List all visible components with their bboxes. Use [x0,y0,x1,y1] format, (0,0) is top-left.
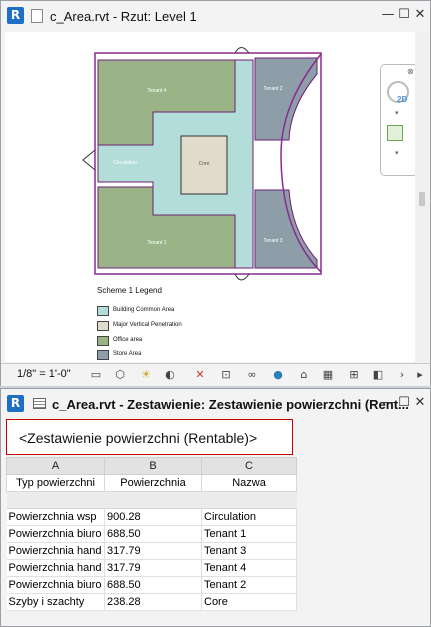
shadows-icon[interactable]: ◐ [163,368,177,382]
legend-swatch [97,321,109,331]
room-tag-circulation: Circulation [113,160,137,166]
legend-swatch [97,306,109,316]
drawing-canvas[interactable]: Tenant 4 Tenant 1 Circulation Core Tenan… [5,32,415,362]
schedule-table: A B C Typ powierzchni Powierzchnia Nazwa… [6,457,297,611]
room-tenant-2[interactable] [254,57,318,141]
schedule-title-cell[interactable]: <Zestawienie powierzchni (Rentable)> [6,419,293,455]
cell-name[interactable]: Tenant 3 [201,542,297,560]
schedule-title: <Zestawienie powierzchni (Rentable)> [19,430,258,446]
document-icon [31,9,43,23]
field-header-row: Typ powierzchni Powierzchnia Nazwa [6,474,297,492]
cell-type[interactable]: Powierzchnia hand [6,542,105,560]
schedule-grid: A B C Typ powierzchni Powierzchnia Nazwa… [6,457,430,617]
floorplan-titlebar: R c_Area.rvt - Rzut: Level 1 — ☐ ✕ [1,1,430,32]
legend-label: Major Vertical Penetration [113,322,182,328]
cell-name[interactable]: Tenant 4 [201,559,297,577]
floorplan-window-title: c_Area.rvt - Rzut: Level 1 [50,9,197,24]
legend-label: Store Area [113,351,142,357]
header-spacer-row [6,491,297,509]
scrollbar-thumb[interactable] [419,192,425,206]
header-typ-powierzchni[interactable]: Typ powierzchni [6,474,105,492]
floor-plan-drawing: Tenant 4 Tenant 1 Circulation Core Tenan… [82,47,322,281]
table-row[interactable]: Szyby i szachty 238.28 Core [6,593,297,611]
table-row[interactable]: Powierzchnia biuro 688.50 Tenant 2 [6,576,297,594]
navigation-bar: ⊗ 2D ▾ ▾ [380,64,415,176]
cell-area[interactable]: 317.79 [104,542,202,560]
wheel-dropdown-icon[interactable]: ▾ [395,109,399,117]
cell-area[interactable]: 688.50 [104,576,202,594]
vertical-scrollbar[interactable] [415,32,429,362]
schedule-window: R c_Area.rvt - Zestawienie: Zestawienie … [0,388,431,627]
column-letter-b[interactable]: B [104,457,202,475]
table-row[interactable]: Powierzchnia hand 317.79 Tenant 4 [6,559,297,577]
schedule-window-title: c_Area.rvt - Zestawienie: Zestawienie po… [52,397,409,412]
cell-name[interactable]: Core [201,593,297,611]
legend-swatch [97,350,109,360]
legend-label: Building Common Area [113,307,175,313]
column-letter-row: A B C [6,457,297,475]
cell-type[interactable]: Powierzchnia biuro [6,525,105,543]
table-row[interactable]: Powierzchnia hand 317.79 Tenant 3 [6,542,297,560]
visual-style-icon[interactable]: ⬡ [113,368,127,382]
steering-wheel-2d-label: 2D [397,95,408,104]
constraints-icon[interactable]: ◧ [371,368,385,382]
cell-area[interactable]: 688.50 [104,525,202,543]
zoom-region-icon[interactable] [387,125,403,141]
cell-type[interactable]: Powierzchnia biuro [6,576,105,594]
table-row[interactable]: Powierzchnia wsp 900.28 Circulation [6,508,297,526]
close-button[interactable]: ✕ [411,394,429,412]
navbar-close-icon[interactable]: ⊗ [407,67,414,76]
sun-path-icon[interactable]: ☀ [139,368,153,382]
room-tag-tenant-4: Tenant 4 [147,88,166,94]
cell-type[interactable]: Powierzchnia wsp [6,508,105,526]
table-row[interactable]: Powierzchnia biuro 688.50 Tenant 1 [6,525,297,543]
schedule-titlebar: R c_Area.rvt - Zestawienie: Zestawienie … [1,389,430,420]
cell-area[interactable]: 238.28 [104,593,202,611]
cell-name[interactable]: Tenant 1 [201,525,297,543]
entry-top [234,47,250,54]
lock-3d-icon[interactable]: ⌂ [297,368,311,382]
highlight-displacement-icon[interactable]: ⊞ [347,368,361,382]
legend-swatch [97,336,109,346]
cell-type[interactable]: Powierzchnia hand [6,559,105,577]
cell-type[interactable]: Szyby i szachty [6,593,105,611]
room-tag-tenant-1: Tenant 1 [147,240,166,246]
entry-left [82,149,96,171]
room-tag-tenant-3: Tenant 3 [263,238,282,244]
detail-level-icon[interactable]: ▭ [89,368,103,382]
view-control-bar: 1/8" = 1'-0" ▭ ⬡ ☀ ◐ ✕ ⊡ ∞ ● ⌂ ▦ ⊞ ◧ › ▸ [1,363,430,386]
zoom-dropdown-icon[interactable]: ▾ [395,149,399,157]
cell-name[interactable]: Tenant 2 [201,576,297,594]
cell-area[interactable]: 900.28 [104,508,202,526]
cell-name[interactable]: Circulation [201,508,297,526]
floorplan-window: R c_Area.rvt - Rzut: Level 1 — ☐ ✕ Tenan… [0,0,431,386]
temporary-hide-icon[interactable]: ∞ [245,368,259,382]
more-icon[interactable]: › [395,368,409,382]
reveal-hidden-icon[interactable]: ● [271,368,285,382]
scroll-right-icon[interactable]: ▸ [413,368,427,382]
close-button[interactable]: ✕ [411,6,429,24]
cell-area[interactable]: 317.79 [104,559,202,577]
room-tag-tenant-2: Tenant 2 [263,86,282,92]
crop-view-icon[interactable]: ✕ [193,368,207,382]
legend-title: Scheme 1 Legend [97,286,162,295]
revit-logo-icon: R [7,395,24,412]
view-scale[interactable]: 1/8" = 1'-0" [17,368,71,380]
room-tag-core: Core [199,161,210,167]
analytical-model-icon[interactable]: ▦ [321,368,335,382]
column-letter-c[interactable]: C [201,457,297,475]
revit-logo-icon: R [7,7,24,24]
schedule-icon [33,398,46,409]
show-crop-icon[interactable]: ⊡ [219,368,233,382]
entry-bottom [234,273,250,281]
header-nazwa[interactable]: Nazwa [201,474,297,492]
legend-label: Office area [113,337,143,343]
column-letter-a[interactable]: A [6,457,105,475]
header-powierzchnia[interactable]: Powierzchnia [104,474,202,492]
